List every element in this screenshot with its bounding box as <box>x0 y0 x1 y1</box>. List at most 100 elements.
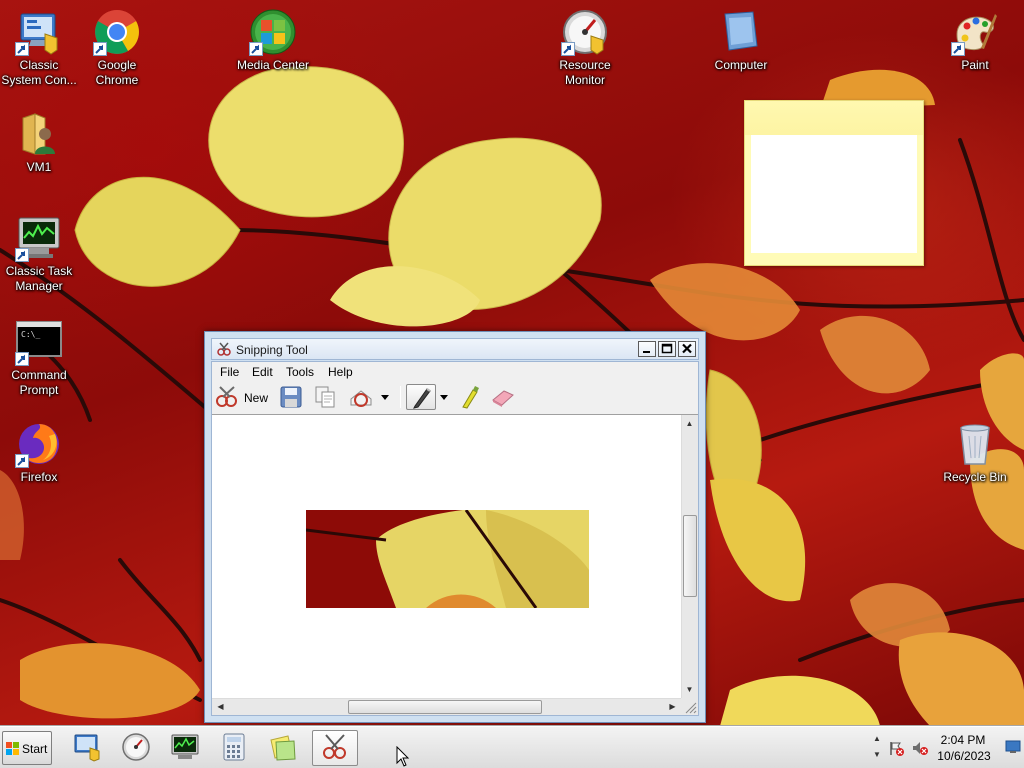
sticky-notes-icon <box>268 732 298 765</box>
taskbar-control-panel[interactable] <box>64 730 110 766</box>
shortcut-arrow-icon <box>15 454 29 468</box>
tray-up-icon[interactable]: ▲ <box>869 731 885 747</box>
maximize-button[interactable] <box>658 341 676 357</box>
toolbar-separator <box>400 386 401 408</box>
new-snip-icon <box>214 385 240 409</box>
taskbar-calculator[interactable] <box>211 730 257 766</box>
sticky-note-body[interactable] <box>751 135 917 253</box>
show-desktop-icon[interactable] <box>1005 740 1021 754</box>
menu-bar: File Edit Tools Help <box>212 362 698 382</box>
chevron-down-icon <box>438 385 452 409</box>
new-snip-button[interactable]: New <box>214 385 274 409</box>
shortcut-arrow-icon <box>15 42 29 56</box>
copy-icon <box>312 385 338 409</box>
copy-button[interactable] <box>312 385 338 409</box>
desktop-icon-firefox[interactable]: Firefox <box>0 420 78 485</box>
desktop-icon-resource-monitor[interactable]: Resource Monitor <box>546 8 624 88</box>
menu-edit[interactable]: Edit <box>248 365 277 379</box>
window-title: Snipping Tool <box>236 343 308 357</box>
task-manager-icon <box>170 732 200 765</box>
snip-canvas[interactable]: ▲ ▼ ◀ ▶ <box>212 414 698 715</box>
desktop-icon-label: Classic Task Manager <box>5 264 73 293</box>
control-panel-icon <box>72 732 102 765</box>
task-manager-icon <box>15 214 63 262</box>
shortcut-arrow-icon <box>93 42 107 56</box>
action-center-icon[interactable] <box>889 740 905 759</box>
recycle-bin-icon <box>951 420 999 468</box>
desktop-icon-label: Paint <box>961 58 989 72</box>
tray-scroll[interactable]: ▲ ▼ <box>869 731 885 765</box>
sticky-note[interactable] <box>744 100 924 266</box>
resize-grip[interactable] <box>681 698 698 715</box>
taskbar-resource-monitor[interactable] <box>113 730 159 766</box>
desktop-icon-label: Resource Monitor <box>559 58 611 87</box>
scroll-up-icon[interactable]: ▲ <box>682 416 697 431</box>
desktop-icon-vm1[interactable]: VM1 <box>0 110 78 175</box>
taskbar-snipping-tool[interactable] <box>312 730 358 766</box>
desktop-icon-label: Media Center <box>236 58 310 72</box>
horizontal-scrollbar[interactable]: ◀ ▶ <box>212 698 681 715</box>
pen-button[interactable] <box>406 384 436 410</box>
desktop-icon-command-prompt[interactable]: C:\_ Command Prompt <box>0 318 78 398</box>
shortcut-arrow-icon <box>561 42 575 56</box>
window-titlebar[interactable]: Snipping Tool <box>211 338 699 360</box>
shortcut-arrow-icon <box>249 42 263 56</box>
pen-icon <box>407 388 435 412</box>
sticky-note-header[interactable] <box>745 101 923 135</box>
shortcut-arrow-icon <box>951 42 965 56</box>
menu-tools[interactable]: Tools <box>282 365 318 379</box>
menu-help[interactable]: Help <box>324 365 357 379</box>
scroll-left-icon[interactable]: ◀ <box>213 699 228 714</box>
media-center-icon <box>249 8 297 56</box>
chevron-down-icon[interactable] <box>380 391 390 403</box>
desktop-icon-label: Recycle Bin <box>943 470 1007 484</box>
desktop-icon-label: Computer <box>714 58 768 72</box>
close-button[interactable] <box>678 341 696 357</box>
eraser-button[interactable] <box>490 385 516 409</box>
resource-monitor-icon <box>121 732 151 765</box>
user-folder-icon <box>15 110 63 158</box>
desktop-icon-classic-system-control[interactable]: Classic System Con... <box>0 8 78 88</box>
snipping-tool-window[interactable]: Snipping Tool File Edit Tools Help New ▲… <box>204 331 706 723</box>
taskbar-sticky-notes[interactable] <box>260 730 306 766</box>
send-snip-button[interactable] <box>348 385 396 409</box>
resource-monitor-icon <box>561 8 609 56</box>
command-prompt-icon: C:\_ <box>15 318 63 366</box>
desktop-icon-label: Classic System Con... <box>1 58 77 87</box>
tray-down-icon[interactable]: ▼ <box>869 747 885 763</box>
taskbar-task-manager[interactable] <box>162 730 208 766</box>
minimize-button[interactable] <box>638 341 656 357</box>
start-button[interactable]: Start <box>2 731 52 765</box>
vertical-scroll-thumb[interactable] <box>683 515 697 597</box>
control-panel-icon <box>15 8 63 56</box>
clock-time[interactable]: 2:04 PM <box>935 733 991 747</box>
volume-muted-icon[interactable] <box>911 740 929 759</box>
desktop-icon-computer[interactable]: Computer <box>702 8 780 73</box>
system-tray: ▲ ▼ 2:04 PM 10/6/2023 <box>869 727 1024 768</box>
clock-date[interactable]: 10/6/2023 <box>931 749 997 763</box>
highlighter-button[interactable] <box>458 385 482 409</box>
save-snip-button[interactable] <box>278 385 304 409</box>
new-snip-label: New <box>244 391 269 405</box>
desktop-icon-recycle-bin[interactable]: Recycle Bin <box>936 420 1014 485</box>
desktop-icon-label: Firefox <box>20 470 58 484</box>
desktop-icon-paint[interactable]: Paint <box>936 8 1014 73</box>
start-label: Start <box>22 742 48 756</box>
snipping-tool-icon <box>320 732 350 765</box>
menu-file[interactable]: File <box>216 365 243 379</box>
desktop-icon-classic-task-manager[interactable]: Classic Task Manager <box>0 214 78 294</box>
captured-snip-image <box>306 510 589 608</box>
scroll-down-icon[interactable]: ▼ <box>682 682 697 697</box>
windows-logo-icon <box>6 742 20 759</box>
desktop-icon-label: VM1 <box>26 160 52 174</box>
window-client-area: File Edit Tools Help New ▲ ▼ ◀ ▶ <box>211 361 699 716</box>
desktop-icon-media-center[interactable]: Media Center <box>234 8 312 73</box>
scroll-right-icon[interactable]: ▶ <box>665 699 680 714</box>
desktop-icon-google-chrome[interactable]: Google Chrome <box>78 8 156 88</box>
horizontal-scroll-thumb[interactable] <box>348 700 542 714</box>
vertical-scrollbar[interactable]: ▲ ▼ <box>681 415 698 698</box>
send-snip-icon <box>348 385 374 409</box>
pen-dropdown[interactable] <box>438 385 452 409</box>
toolbar: New <box>212 382 698 412</box>
mouse-cursor-icon <box>396 745 410 768</box>
